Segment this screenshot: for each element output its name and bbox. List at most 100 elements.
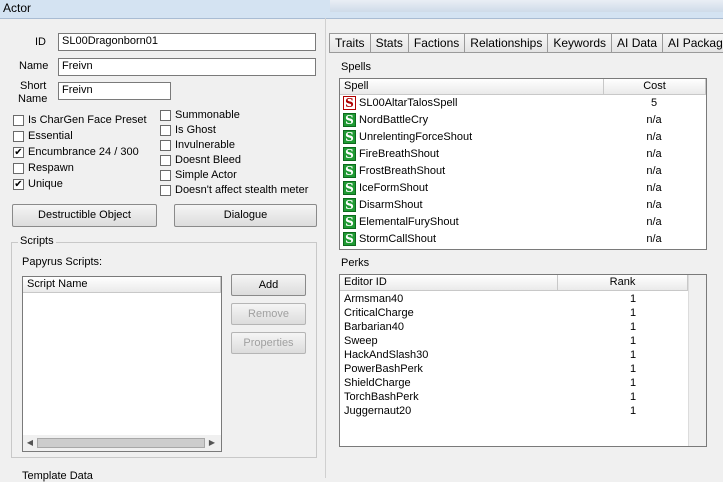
right-checkbox-3[interactable]: Doesnt Bleed xyxy=(160,154,241,166)
right-checkbox-4[interactable]: Simple Actor xyxy=(160,169,237,181)
perk-row[interactable]: TorchBashPerk 1 xyxy=(340,391,706,405)
rank-column-header[interactable]: Rank xyxy=(558,275,688,291)
perk-editor-id: Sweep xyxy=(344,335,378,347)
spell-cost: n/a xyxy=(646,199,662,211)
perk-row[interactable]: HackAndSlash30 1 xyxy=(340,349,706,363)
checkbox-label: Simple Actor xyxy=(175,169,237,181)
scroll-left-icon[interactable]: ◀ xyxy=(25,438,35,447)
tab-traits[interactable]: Traits xyxy=(329,33,371,52)
id-field[interactable]: SL00Dragonborn01 xyxy=(58,33,316,51)
spell-name: DisarmShout xyxy=(359,199,423,211)
spell-cost: n/a xyxy=(646,148,662,160)
perk-editor-id: ShieldCharge xyxy=(344,377,411,389)
add-script-button[interactable]: Add xyxy=(231,274,306,296)
spell-column-header[interactable]: Spell xyxy=(340,79,604,95)
checkbox-box[interactable] xyxy=(160,124,171,136)
dialogue-button[interactable]: Dialogue xyxy=(174,204,317,227)
checkbox-box[interactable] xyxy=(13,162,24,174)
spell-row[interactable]: S SL00AltarTalosSpell 5 xyxy=(340,95,706,112)
perk-row[interactable]: Juggernaut20 1 xyxy=(340,405,706,419)
spell-cost: n/a xyxy=(646,216,662,228)
checkbox-box[interactable] xyxy=(160,184,171,196)
tab-keywords[interactable]: Keywords xyxy=(547,33,613,52)
name-field[interactable]: Freivn xyxy=(58,58,316,76)
checkbox-box[interactable] xyxy=(160,154,171,166)
spell-row[interactable]: S FrostBreathShout n/a xyxy=(340,163,706,180)
spell-icon: S xyxy=(343,130,356,144)
spell-name: UnrelentingForceShout xyxy=(359,131,473,143)
spell-cost: n/a xyxy=(646,114,662,126)
spell-row[interactable]: S IceFormShout n/a xyxy=(340,180,706,197)
perks-list[interactable]: Editor ID Rank Armsman40 1 CriticalCharge 1… xyxy=(339,274,707,447)
tab-panel-border xyxy=(329,52,723,53)
scripts-group-title: Scripts xyxy=(18,235,56,247)
checkbox-box[interactable] xyxy=(160,169,171,181)
checkbox-label: Respawn xyxy=(28,162,74,174)
tab-ai-data[interactable]: AI Data xyxy=(611,33,664,52)
spell-icon: S xyxy=(343,215,356,229)
left-checkbox-3[interactable]: Respawn xyxy=(13,162,74,174)
spell-row[interactable]: S ElementalFuryShout n/a xyxy=(340,214,706,231)
spell-row[interactable]: S StormCallShout n/a xyxy=(340,231,706,248)
left-checkbox-2[interactable]: ✔ Encumbrance 24 / 300 xyxy=(13,146,139,158)
spell-row[interactable]: S DisarmShout n/a xyxy=(340,197,706,214)
perk-row[interactable]: Sweep 1 xyxy=(340,335,706,349)
destructible-object-button[interactable]: Destructible Object xyxy=(12,204,157,227)
scripts-horizontal-scrollbar[interactable]: ◀ ▶ xyxy=(23,435,221,451)
right-checkbox-0[interactable]: Summonable xyxy=(160,109,240,121)
perk-editor-id: Barbarian40 xyxy=(344,321,404,333)
cost-column-header[interactable]: Cost xyxy=(604,79,706,95)
left-checkbox-4[interactable]: ✔ Unique xyxy=(13,178,63,190)
perk-row[interactable]: Armsman40 1 xyxy=(340,293,706,307)
short-name-label-line2: Name xyxy=(18,93,48,105)
perk-rank: 1 xyxy=(629,335,637,347)
spells-list[interactable]: Spell Cost S SL00AltarTalosSpell 5 S NordBat… xyxy=(339,78,707,250)
right-checkbox-5[interactable]: Doesn't affect stealth meter xyxy=(160,184,308,196)
perk-rank: 1 xyxy=(629,349,637,361)
scripts-list[interactable]: Script Name ◀ ▶ xyxy=(22,276,222,452)
checkmark-icon[interactable]: ✔ xyxy=(13,178,24,190)
short-name-field[interactable]: Freivn xyxy=(58,82,171,100)
checkbox-label: Doesn't affect stealth meter xyxy=(175,184,309,196)
script-properties-button[interactable]: Properties xyxy=(231,332,306,354)
spell-cost: n/a xyxy=(646,131,662,143)
name-label: Name xyxy=(19,60,49,72)
checkbox-box[interactable] xyxy=(13,114,24,126)
right-checkbox-1[interactable]: Is Ghost xyxy=(160,124,216,136)
checkmark-icon[interactable]: ✔ xyxy=(13,146,24,158)
papyrus-scripts-label: Papyrus Scripts: xyxy=(22,256,103,268)
perk-row[interactable]: CriticalCharge 1 xyxy=(340,307,706,321)
perk-rank: 1 xyxy=(629,321,637,333)
left-checkbox-0[interactable]: Is CharGen Face Preset xyxy=(13,114,147,126)
tab-stats[interactable]: Stats xyxy=(369,33,409,52)
perk-row[interactable]: ShieldCharge 1 xyxy=(340,377,706,391)
scroll-right-icon[interactable]: ▶ xyxy=(207,438,217,447)
spell-name: ElementalFuryShout xyxy=(359,216,459,228)
checkbox-box[interactable] xyxy=(160,109,171,121)
script-name-column-header[interactable]: Script Name xyxy=(23,277,221,293)
spell-row[interactable]: S FireBreathShout n/a xyxy=(340,146,706,163)
tab-relationships[interactable]: Relationships xyxy=(464,33,549,52)
spell-icon: S xyxy=(343,96,356,110)
perk-row[interactable]: Barbarian40 1 xyxy=(340,321,706,335)
tab-ai-packages[interactable]: AI Packages xyxy=(662,33,723,52)
scrollbar-thumb[interactable] xyxy=(37,438,205,448)
perk-rank: 1 xyxy=(629,307,637,319)
left-checkbox-1[interactable]: Essential xyxy=(13,130,73,142)
pane-divider xyxy=(325,18,326,478)
tab-factions[interactable]: Factions xyxy=(407,33,466,52)
remove-script-button[interactable]: Remove xyxy=(231,303,306,325)
perk-row[interactable]: PowerBashPerk 1 xyxy=(340,363,706,377)
spell-row[interactable]: S UnrelentingForceShout n/a xyxy=(340,129,706,146)
checkbox-label: Summonable xyxy=(175,109,240,121)
spell-row[interactable]: S NordBattleCry n/a xyxy=(340,112,706,129)
checkbox-label: Essential xyxy=(28,130,73,142)
checkbox-box[interactable] xyxy=(13,130,24,142)
checkbox-label: Doesnt Bleed xyxy=(175,154,242,166)
perk-editor-id: HackAndSlash30 xyxy=(344,349,429,361)
checkbox-box[interactable] xyxy=(160,139,171,151)
checkbox-label: Is CharGen Face Preset xyxy=(28,114,147,126)
editor-id-column-header[interactable]: Editor ID xyxy=(340,275,558,291)
perk-rank: 1 xyxy=(629,363,637,375)
right-checkbox-2[interactable]: Invulnerable xyxy=(160,139,235,151)
